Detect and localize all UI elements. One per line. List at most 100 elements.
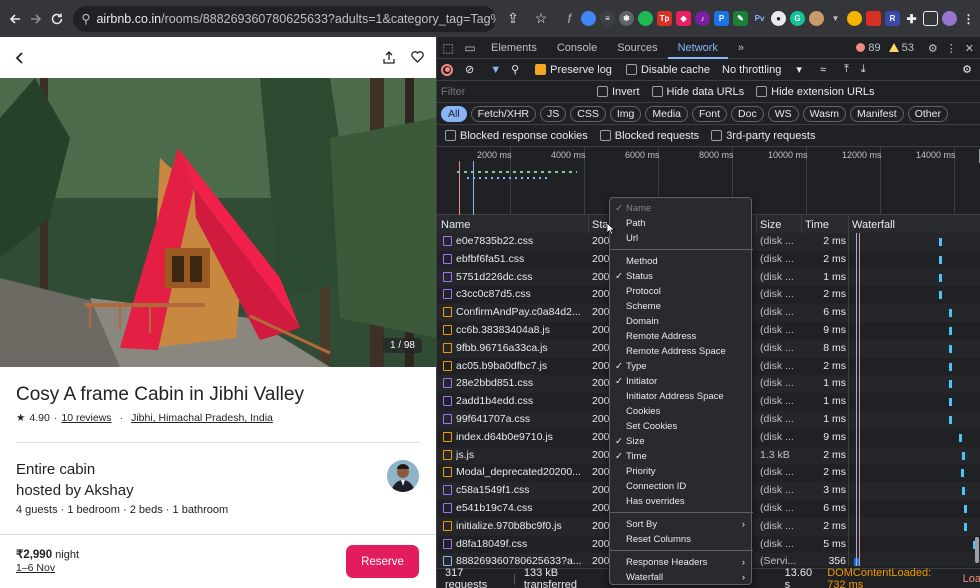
menu-item-size[interactable]: ✓ Size: [610, 434, 753, 449]
menu-item-has-overrides[interactable]: Has overrides: [610, 494, 753, 509]
r-extension-icon[interactable]: R: [885, 11, 901, 26]
more-tabs-button[interactable]: »: [728, 37, 754, 59]
kebab-menu-icon[interactable]: ⋮: [961, 11, 976, 26]
menu-item-scheme[interactable]: Scheme: [610, 299, 753, 314]
menu-item-remote-address-space[interactable]: Remote Address Space: [610, 344, 753, 359]
menu-item-protocol[interactable]: Protocol: [610, 284, 753, 299]
type-filter-css[interactable]: CSS: [570, 105, 606, 122]
share-icon[interactable]: [383, 51, 395, 64]
reviews-link[interactable]: 10 reviews: [61, 412, 111, 424]
menu-item-initiator[interactable]: ✓ Initiator: [610, 374, 753, 389]
pv-extension-icon[interactable]: Pv: [752, 11, 767, 26]
hide-extension-urls-checkbox[interactable]: Hide extension URLs: [756, 86, 875, 98]
reload-button[interactable]: [46, 8, 67, 30]
menu-item-url[interactable]: Url: [610, 231, 753, 246]
record-stop-icon[interactable]: [441, 63, 453, 76]
music-extension-icon[interactable]: ♪: [695, 11, 711, 26]
column-separator[interactable]: [848, 215, 849, 235]
network-settings-icon[interactable]: ⚙: [962, 63, 972, 76]
share-icon[interactable]: ⇪: [502, 8, 524, 30]
preserve-log-checkbox[interactable]: Preserve log: [535, 64, 612, 76]
tab-sources[interactable]: Sources: [607, 37, 667, 59]
diamond-extension-icon[interactable]: ◆: [676, 11, 692, 26]
blocked-cookies-checkbox[interactable]: Blocked response cookies: [445, 130, 588, 142]
puzzle-icon[interactable]: ✚: [904, 11, 919, 26]
settings-gear-icon[interactable]: ⚙: [928, 42, 938, 55]
side-panel-icon[interactable]: [923, 11, 939, 26]
back-chevron-icon[interactable]: [14, 51, 26, 65]
import-har-icon[interactable]: ⤒: [844, 63, 849, 76]
type-filter-font[interactable]: Font: [692, 105, 728, 122]
gear-extension-icon[interactable]: ✱: [619, 11, 635, 26]
menu-item-priority[interactable]: Priority: [610, 464, 753, 479]
filter-input[interactable]: [441, 83, 581, 100]
hide-data-urls-checkbox[interactable]: Hide data URLs: [651, 86, 744, 98]
type-filter-img[interactable]: Img: [609, 105, 642, 122]
menu-item-reset-columns[interactable]: Reset Columns: [610, 532, 753, 547]
feather-extension-icon[interactable]: ✎: [733, 11, 749, 26]
bookmark-star-icon[interactable]: ☆: [530, 8, 552, 30]
warning-count[interactable]: 53: [888, 42, 914, 54]
filter-funnel-icon[interactable]: ▼: [490, 64, 501, 76]
throttling-select[interactable]: No throttling ▾: [722, 63, 802, 76]
forward-button[interactable]: [25, 8, 46, 30]
address-bar[interactable]: ⚲ airbnb.co.in /rooms/888269360780625633…: [73, 5, 497, 32]
column-name-header[interactable]: Name: [441, 219, 470, 231]
heart-icon[interactable]: [411, 51, 424, 63]
menu-item-time[interactable]: ✓ Time: [610, 449, 753, 464]
clear-log-icon[interactable]: ⊘: [465, 63, 474, 76]
type-filter-manifest[interactable]: Manifest: [850, 105, 904, 122]
reserve-button[interactable]: Reserve: [346, 545, 419, 578]
third-party-checkbox[interactable]: 3rd-party requests: [711, 130, 815, 142]
vuetify-extension-icon[interactable]: ▼: [828, 11, 843, 26]
menu-item-response-headers[interactable]: Response Headers ›: [610, 555, 753, 570]
p-extension-icon[interactable]: P: [714, 11, 730, 26]
devtools-kebab-icon[interactable]: ⋮: [946, 42, 957, 55]
face-extension-icon[interactable]: [847, 11, 863, 26]
tab-network[interactable]: Network: [667, 37, 728, 59]
column-separator[interactable]: [801, 215, 802, 235]
disable-cache-checkbox[interactable]: Disable cache: [625, 64, 710, 76]
error-count[interactable]: 89: [856, 42, 881, 54]
network-conditions-icon[interactable]: ≈: [820, 64, 826, 76]
profile-avatar[interactable]: [942, 11, 958, 26]
type-filter-media[interactable]: Media: [645, 105, 689, 122]
tab-console[interactable]: Console: [547, 37, 607, 59]
table-scrollbar-thumb[interactable]: [975, 537, 979, 563]
menu-item-sort-by[interactable]: Sort By ›: [610, 517, 753, 532]
invert-checkbox[interactable]: Invert: [597, 86, 640, 98]
menu-item-method[interactable]: Method: [610, 254, 753, 269]
menu-item-path[interactable]: Path: [610, 216, 753, 231]
menu-item-type[interactable]: ✓ Type: [610, 359, 753, 374]
host-avatar[interactable]: [387, 460, 419, 492]
menu-item-set-cookies[interactable]: Set Cookies: [610, 419, 753, 434]
column-time-header[interactable]: Time: [805, 219, 829, 231]
date-range-link[interactable]: 1–6 Nov: [16, 562, 55, 574]
location-link[interactable]: Jibhi, Himachal Pradesh, India: [131, 412, 273, 424]
export-har-icon[interactable]: ⤓: [861, 63, 866, 76]
menu-item-domain[interactable]: Domain: [610, 314, 753, 329]
tab-elements[interactable]: Elements: [481, 37, 547, 59]
menu-item-initiator-address-space[interactable]: Initiator Address Space: [610, 389, 753, 404]
column-separator[interactable]: [588, 215, 589, 235]
tp-extension-icon[interactable]: Tp: [657, 11, 673, 26]
spotify-extension-icon[interactable]: [638, 11, 654, 26]
formula-extension-icon[interactable]: ƒ: [562, 11, 577, 26]
meet-extension-icon[interactable]: ≡: [600, 11, 616, 26]
type-filter-all[interactable]: All: [441, 105, 467, 122]
menu-item-connection-id[interactable]: Connection ID: [610, 479, 753, 494]
menu-item-remote-address[interactable]: Remote Address: [610, 329, 753, 344]
menu-item-waterfall[interactable]: Waterfall ›: [610, 570, 753, 585]
site-info-icon[interactable]: ⚲: [81, 11, 90, 26]
inspect-element-icon[interactable]: ⬚: [437, 37, 459, 59]
search-icon[interactable]: ⚲: [511, 63, 519, 76]
grammar-extension-icon[interactable]: G: [790, 11, 806, 26]
column-size-header[interactable]: Size: [760, 219, 781, 231]
blocked-requests-checkbox[interactable]: Blocked requests: [599, 130, 699, 142]
type-filter-doc[interactable]: Doc: [731, 105, 764, 122]
red-extension-icon[interactable]: [866, 11, 882, 26]
type-filter-wasm[interactable]: Wasm: [802, 105, 846, 122]
type-filter-fetch-xhr[interactable]: Fetch/XHR: [470, 105, 537, 122]
type-filter-js[interactable]: JS: [540, 105, 567, 122]
soccer-extension-icon[interactable]: ●: [771, 11, 787, 26]
